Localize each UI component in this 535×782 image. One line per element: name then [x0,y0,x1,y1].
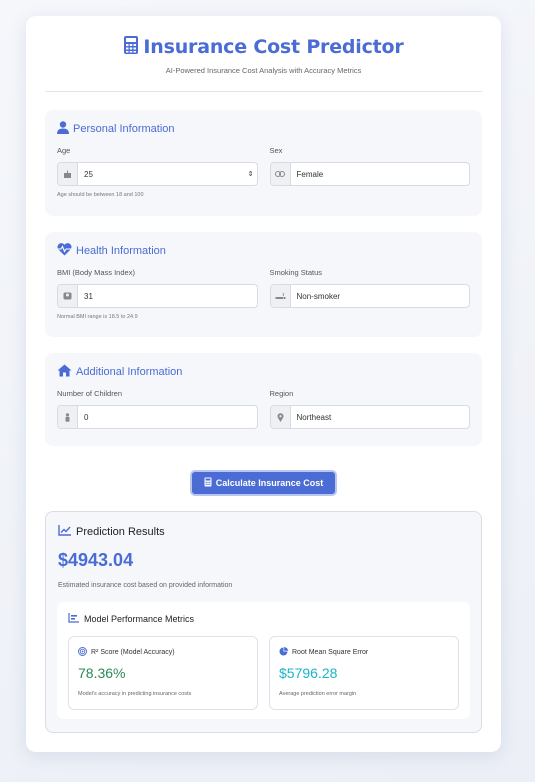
region-label: Region [269,389,294,398]
results-title: Prediction Results [58,525,165,539]
calculate-button-label: Calculate Insurance Cost [215,478,324,488]
bar-chart-icon [68,613,79,625]
children-value: 0 [84,412,89,422]
smoking-icon [270,285,291,307]
user-icon [57,121,69,137]
predicted-amount: $4943.04 [58,550,134,570]
metrics-panel: Model Performance Metrics R² Score (Mode… [57,602,470,719]
age-help-text: Age should be between 18 and 100 [57,192,144,198]
region-value: Northeast [296,412,332,422]
page-title: Insurance Cost Predictor [143,36,404,58]
metrics-title-text: Model Performance Metrics [84,614,195,624]
heartbeat-icon [57,243,72,259]
venus-mars-icon [270,163,291,185]
smoking-label: Smoking Status [269,268,323,277]
smoking-value: Non-smoker [296,291,341,301]
calculator-icon [204,477,212,489]
child-icon [58,406,78,428]
rmse-description: Average prediction error margin [279,691,357,697]
r2-label: R² Score (Model Accuracy) [91,649,175,656]
additional-section: Additional Information Number of Childre… [45,353,482,446]
bullseye-icon [78,647,87,658]
sex-value: Female [296,169,324,179]
line-chart-icon [58,525,71,539]
rmse-value: $5796.28 [279,665,338,681]
bmi-label: BMI (Body Mass Index) [57,268,135,277]
age-input[interactable]: 25 ⇕ [57,162,258,186]
header: Insurance Cost Predictor AI-Powered Insu… [26,16,501,75]
r2-description: Model's accuracy in predicting insurance… [78,691,192,697]
calculator-icon [123,35,139,60]
region-select[interactable]: Northeast [269,405,470,429]
sex-label: Sex [269,146,283,155]
bmi-input[interactable]: 31 [57,284,258,308]
page-subtitle: AI-Powered Insurance Cost Analysis with … [165,66,362,75]
r2-value: 78.36% [78,665,126,681]
health-section: Health Information BMI (Body Mass Index)… [45,232,482,337]
bmi-help-text: Normal BMI range is 18.5 to 24.9 [57,314,138,320]
additional-section-title: Additional Information [57,363,470,381]
results-panel: Prediction Results $4943.04 Estimated in… [45,511,482,733]
sex-select[interactable]: Female [269,162,470,186]
children-input[interactable]: 0 [57,405,258,429]
map-marker-icon [270,406,291,428]
birthday-cake-icon [58,163,78,185]
children-label: Number of Children [57,389,123,398]
predictor-card: Insurance Cost Predictor AI-Powered Insu… [26,16,501,752]
home-icon [57,364,72,380]
age-label: Age [57,146,71,155]
rmse-header: Root Mean Square Error [279,647,368,658]
header-divider [45,91,482,92]
metrics-title: Model Performance Metrics [68,613,194,625]
smoking-select[interactable]: Non-smoker [269,284,470,308]
results-title-text: Prediction Results [76,526,165,538]
rmse-card: Root Mean Square Error $5796.28 Average … [269,636,459,710]
age-stepper[interactable]: ⇕ [245,163,257,185]
weight-icon [58,285,78,307]
r2-header: R² Score (Model Accuracy) [78,647,175,658]
age-value: 25 [84,169,93,179]
personal-section-title: Personal Information [57,120,470,138]
calculate-button[interactable]: Calculate Insurance Cost [190,470,337,496]
personal-title-text: Personal Information [73,123,175,135]
health-title-text: Health Information [76,245,166,257]
health-section-title: Health Information [57,242,470,260]
title-row: Insurance Cost Predictor [26,34,501,60]
additional-title-text: Additional Information [76,366,183,378]
bmi-value: 31 [84,291,93,301]
estimate-note: Estimated insurance cost based on provid… [58,582,233,589]
personal-section: Personal Information Age 25 ⇕ Age should… [45,110,482,216]
pie-chart-icon [279,647,288,658]
r2-score-card: R² Score (Model Accuracy) 78.36% Model's… [68,636,258,710]
rmse-label: Root Mean Square Error [292,649,369,656]
